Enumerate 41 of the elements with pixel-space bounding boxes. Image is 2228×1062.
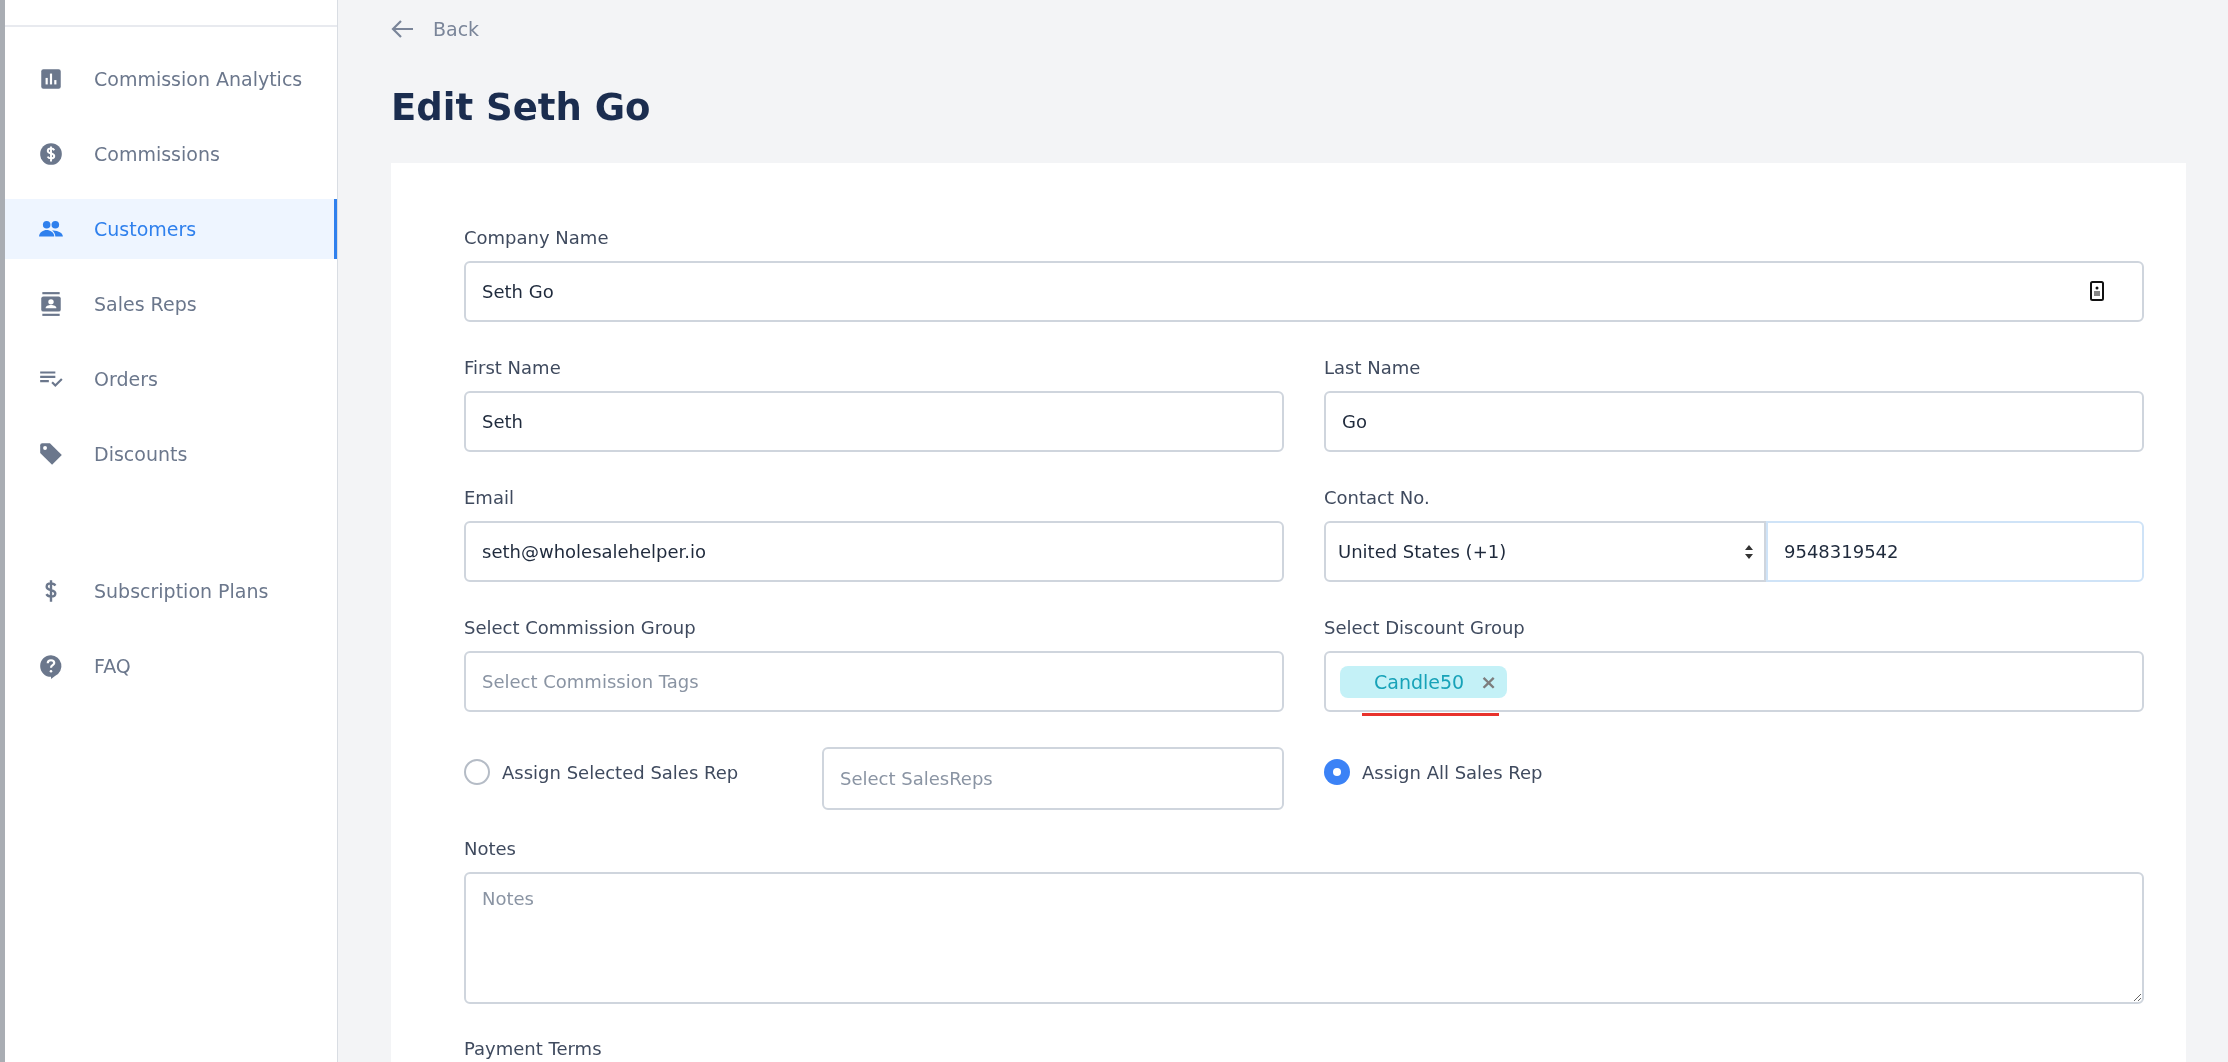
radio-option[interactable]: Assign Selected Sales Rep <box>464 759 739 785</box>
radio-button[interactable] <box>464 759 490 785</box>
field-label: Select Discount Group <box>1324 617 1526 639</box>
sidebar-item[interactable]: Sales Reps <box>5 274 337 334</box>
back-arrow-icon <box>391 19 415 39</box>
salesreps-field[interactable]: Select SalesReps <box>822 747 1284 810</box>
updown-caret-icon <box>1744 543 1754 560</box>
notes-field[interactable]: Notes <box>464 872 2144 1004</box>
contact-card-icon <box>38 291 64 317</box>
commission-tags-field[interactable]: Select Commission Tags <box>464 651 1284 712</box>
sidebar-item[interactable]: Orders <box>5 349 337 409</box>
sidebar-item[interactable]: Commissions <box>5 124 337 184</box>
field-label: Company Name <box>464 227 610 249</box>
page-title: Edit Seth Go <box>391 86 652 129</box>
sidebar-item[interactable]: Subscription Plans <box>5 561 337 621</box>
radio-option[interactable]: Assign All Sales Rep <box>1324 759 1543 785</box>
company-name-field[interactable]: Seth Go <box>464 261 2144 322</box>
field-label: Last Name <box>1324 357 1422 379</box>
sidebar-item[interactable]: Commission Analytics <box>5 49 337 109</box>
field-label: Select Commission Group <box>464 617 697 639</box>
sidebar-item[interactable]: FAQ <box>5 636 337 696</box>
sidebar-item[interactable]: Customers <box>5 199 337 259</box>
dollar-circle-icon <box>38 141 64 167</box>
tag-icon <box>38 441 64 467</box>
field-label: Email <box>464 487 515 509</box>
field-label: Notes <box>464 838 517 860</box>
field-label: Payment Terms <box>464 1038 603 1060</box>
field-label: First Name <box>464 357 562 379</box>
radio-button[interactable] <box>1324 759 1350 785</box>
remove-tag-button[interactable]: × <box>1480 669 1497 694</box>
country-select[interactable]: United States (+1) <box>1324 521 1766 582</box>
email-field[interactable]: seth@wholesalehelper.io <box>464 521 1284 582</box>
contact-card-icon <box>2090 281 2104 301</box>
phone-number-field[interactable]: 9548319542 <box>1766 521 2144 582</box>
help-bubble-icon <box>38 653 64 679</box>
first-name-field[interactable]: Seth <box>464 391 1284 452</box>
last-name-field[interactable]: Go <box>1324 391 2144 452</box>
field-label: Contact No. <box>1324 487 1431 509</box>
sidebar-item[interactable]: Discounts <box>5 424 337 484</box>
bar-chart-icon <box>38 66 64 92</box>
back-link[interactable]: Back <box>391 18 480 40</box>
